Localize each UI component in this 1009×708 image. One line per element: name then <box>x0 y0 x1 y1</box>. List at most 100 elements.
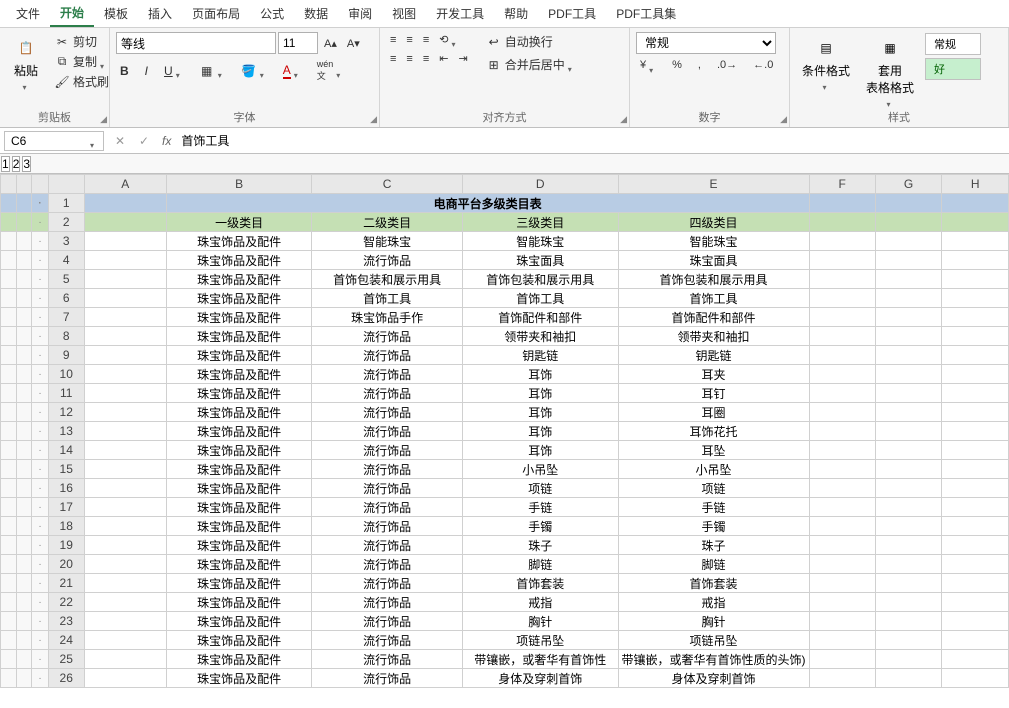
data-cell[interactable]: 智能珠宝 <box>618 232 809 251</box>
menu-item-10[interactable]: 帮助 <box>494 1 538 26</box>
align-top-button[interactable]: ≡ <box>386 33 400 47</box>
row-header[interactable]: 17 <box>48 498 84 517</box>
data-cell[interactable]: 珠宝饰品及配件 <box>166 441 312 460</box>
data-cell[interactable]: 带镶嵌，或奢华有首饰性质的头饰) <box>618 650 809 669</box>
outline-level-3[interactable]: 3 <box>22 156 31 172</box>
data-cell[interactable]: 流行饰品 <box>312 536 463 555</box>
data-cell[interactable]: 珠宝饰品及配件 <box>166 669 312 688</box>
row-header[interactable]: 10 <box>48 365 84 384</box>
col-header[interactable]: A <box>84 175 166 194</box>
cut-button[interactable]: ✂剪切 <box>50 32 113 51</box>
fill-color-button[interactable]: 🪣 <box>237 62 271 80</box>
data-cell[interactable]: 珠宝饰品及配件 <box>166 650 312 669</box>
cell-style-good[interactable]: 好 <box>925 58 981 80</box>
dialog-launcher-icon[interactable]: ◢ <box>100 114 107 125</box>
col-header[interactable]: B <box>166 175 312 194</box>
col-header[interactable]: D <box>462 175 618 194</box>
data-cell[interactable]: 身体及穿刺首饰 <box>618 669 809 688</box>
row-header[interactable]: 12 <box>48 403 84 422</box>
data-cell[interactable]: 戒指 <box>462 593 618 612</box>
data-cell[interactable]: 首饰包装和展示用具 <box>462 270 618 289</box>
align-right-button[interactable]: ≡ <box>419 52 433 66</box>
fx-icon[interactable]: fx <box>156 134 177 148</box>
cell-style-normal[interactable]: 常规 <box>925 33 981 55</box>
merge-center-button[interactable]: ⊞合并后居中 <box>482 55 579 74</box>
dialog-launcher-icon[interactable]: ◢ <box>370 114 377 125</box>
data-cell[interactable]: 珠宝饰品及配件 <box>166 289 312 308</box>
font-size-combo[interactable] <box>278 32 318 54</box>
col-header[interactable]: G <box>875 175 942 194</box>
data-cell[interactable]: 珠宝饰品及配件 <box>166 232 312 251</box>
data-cell[interactable]: 流行饰品 <box>312 365 463 384</box>
copy-button[interactable]: ⧉复制 <box>50 52 113 71</box>
menu-item-9[interactable]: 开发工具 <box>426 1 494 26</box>
data-cell[interactable]: 耳饰 <box>462 403 618 422</box>
decrease-font-button[interactable]: A▾ <box>343 36 364 51</box>
data-cell[interactable]: 首饰包装和展示用具 <box>312 270 463 289</box>
data-cell[interactable]: 胸针 <box>618 612 809 631</box>
data-cell[interactable]: 首饰工具 <box>312 289 463 308</box>
data-cell[interactable]: 流行饰品 <box>312 460 463 479</box>
enter-formula-button[interactable]: ✓ <box>132 134 156 148</box>
row-header[interactable]: 3 <box>48 232 84 251</box>
data-cell[interactable]: 智能珠宝 <box>312 232 463 251</box>
data-cell[interactable]: 流行饰品 <box>312 517 463 536</box>
menu-item-12[interactable]: PDF工具集 <box>606 1 686 26</box>
inc-decimal-button[interactable]: .0→ <box>713 58 741 72</box>
data-cell[interactable]: 钥匙链 <box>462 346 618 365</box>
data-cell[interactable]: 钥匙链 <box>618 346 809 365</box>
data-cell[interactable]: 珠子 <box>462 536 618 555</box>
data-cell[interactable]: 珠宝饰品及配件 <box>166 479 312 498</box>
data-cell[interactable]: 项链吊坠 <box>618 631 809 650</box>
currency-button[interactable]: ¥ <box>636 58 660 72</box>
data-cell[interactable]: 小吊坠 <box>462 460 618 479</box>
percent-button[interactable]: % <box>668 58 686 72</box>
row-header[interactable]: 14 <box>48 441 84 460</box>
data-cell[interactable]: 流行饰品 <box>312 422 463 441</box>
data-cell[interactable]: 珠宝饰品及配件 <box>166 517 312 536</box>
col-header[interactable]: F <box>809 175 875 194</box>
col-header[interactable]: E <box>618 175 809 194</box>
data-cell[interactable]: 首饰工具 <box>462 289 618 308</box>
data-cell[interactable]: 珠宝饰品及配件 <box>166 593 312 612</box>
row-header[interactable]: 25 <box>48 650 84 669</box>
outline-level-2[interactable]: 2 <box>12 156 21 172</box>
data-cell[interactable]: 珠宝饰品及配件 <box>166 422 312 441</box>
data-cell[interactable]: 流行饰品 <box>312 650 463 669</box>
align-bottom-button[interactable]: ≡ <box>419 33 433 47</box>
data-cell[interactable]: 耳坠 <box>618 441 809 460</box>
data-cell[interactable]: 珠宝饰品及配件 <box>166 251 312 270</box>
italic-button[interactable]: I <box>141 63 152 79</box>
menu-item-5[interactable]: 公式 <box>250 1 294 26</box>
paste-button[interactable]: 📋 粘贴 <box>6 32 46 88</box>
menu-item-7[interactable]: 审阅 <box>338 1 382 26</box>
data-cell[interactable]: 手链 <box>618 498 809 517</box>
data-cell[interactable]: 流行饰品 <box>312 441 463 460</box>
data-cell[interactable]: 珠宝饰品及配件 <box>166 460 312 479</box>
data-cell[interactable]: 脚链 <box>618 555 809 574</box>
dec-decimal-button[interactable]: ←.0 <box>749 58 777 72</box>
outline-level-1[interactable]: 1 <box>1 156 10 172</box>
cancel-formula-button[interactable]: ✕ <box>108 134 132 148</box>
data-cell[interactable]: 珠宝饰品及配件 <box>166 308 312 327</box>
name-box[interactable]: C6 <box>4 131 104 151</box>
align-middle-button[interactable]: ≡ <box>402 33 416 47</box>
data-cell[interactable]: 首饰包装和展示用具 <box>618 270 809 289</box>
data-cell[interactable]: 珠宝饰品及配件 <box>166 574 312 593</box>
data-cell[interactable]: 耳钉 <box>618 384 809 403</box>
data-cell[interactable]: 身体及穿刺首饰 <box>462 669 618 688</box>
data-cell[interactable]: 流行饰品 <box>312 612 463 631</box>
underline-button[interactable]: U <box>160 63 187 79</box>
row-header[interactable]: 16 <box>48 479 84 498</box>
select-all-button[interactable] <box>48 175 84 194</box>
data-cell[interactable]: 项链吊坠 <box>462 631 618 650</box>
data-cell[interactable]: 耳饰花托 <box>618 422 809 441</box>
data-cell[interactable]: 流行饰品 <box>312 574 463 593</box>
row-header[interactable]: 6 <box>48 289 84 308</box>
row-header[interactable]: 13 <box>48 422 84 441</box>
data-cell[interactable]: 珠宝饰品及配件 <box>166 327 312 346</box>
cond-format-button[interactable]: ▤ 条件格式 <box>796 32 856 88</box>
spreadsheet-grid[interactable]: ABCDEFGH·1电商平台多级类目表·2一级类目二级类目三级类目四级类目·3珠… <box>0 174 1009 708</box>
data-cell[interactable]: 耳饰 <box>462 365 618 384</box>
border-button[interactable]: ▦ <box>195 62 229 80</box>
